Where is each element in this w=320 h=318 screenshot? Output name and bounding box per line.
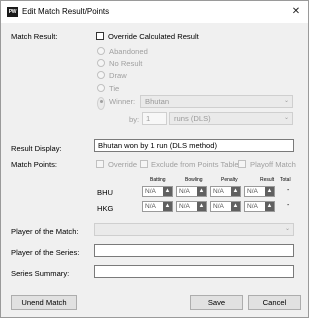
player-of-series-input[interactable] [94,244,294,257]
by-margin-input[interactable]: 1 [142,112,167,125]
unend-match-button[interactable]: Unend Match [11,295,77,310]
radio-no-result[interactable] [97,59,105,67]
stepper-icon[interactable]: ▲ [163,202,172,211]
chevron-down-icon: ⌄ [283,115,289,121]
series-summary-input[interactable] [94,265,294,278]
radio-abandoned[interactable] [97,47,105,55]
window-title: Edit Match Result/Points [22,7,110,16]
player-of-series-label: Player of the Series: [11,248,80,257]
stepper-icon[interactable]: ▲ [265,202,274,211]
col-bowling: Bowling [185,177,203,183]
hkg-penalty-stepper[interactable]: N/A ▲ [210,201,241,212]
stepper-icon[interactable]: ▲ [197,187,206,196]
hkg-bowling-stepper[interactable]: N/A ▲ [176,201,207,212]
playoff-match-label: Playoff Match [250,160,296,169]
result-display-label: Result Display: [11,144,62,153]
chevron-down-icon: ⌄ [284,226,290,232]
bhu-batting-value: N/A [145,188,156,195]
match-result-label: Match Result: [11,32,58,41]
stepper-icon[interactable]: ▲ [265,187,274,196]
radio-tie[interactable] [97,84,105,92]
team-label-hkg: HKG [97,204,114,213]
radio-draw[interactable] [97,71,105,79]
radio-abandoned-label: Abandoned [109,47,148,56]
col-penalty: Penalty [221,177,238,183]
bhu-result-stepper[interactable]: N/A ▲ [244,186,275,197]
winner-select[interactable]: Bhutan ⌄ [140,95,293,108]
by-type-select[interactable]: runs (DLS) ⌄ [169,112,293,125]
hkg-total: - [287,202,290,209]
stepper-icon[interactable]: ▲ [197,202,206,211]
bhu-total: - [287,187,290,194]
series-summary-label: Series Summary: [11,269,70,278]
override-result-label: Override Calculated Result [108,32,199,41]
hkg-penalty-value: N/A [213,203,224,210]
save-button[interactable]: Save [190,295,243,310]
bhu-penalty-value: N/A [213,188,224,195]
winner-select-value: Bhutan [145,97,170,106]
radio-winner[interactable] [97,97,105,110]
col-total: Total [280,177,291,183]
points-override-label: Override [108,160,138,169]
points-override-checkbox[interactable] [96,160,104,168]
col-result: Result [260,177,275,183]
by-type-select-value: runs (DLS) [174,114,211,123]
bhu-penalty-stepper[interactable]: N/A ▲ [210,186,241,197]
app-icon: PW [7,7,18,17]
hkg-result-value: N/A [247,203,258,210]
dialog-window: PW Edit Match Result/Points ✕ Match Resu… [0,0,309,318]
by-label: by: [129,115,140,124]
bhu-bowling-value: N/A [179,188,190,195]
cancel-button[interactable]: Cancel [248,295,301,310]
col-batting: Batting [150,177,166,183]
bhu-batting-stepper[interactable]: N/A ▲ [142,186,173,197]
stepper-icon[interactable]: ▲ [163,187,172,196]
chevron-down-icon: ⌄ [283,98,289,104]
exclude-points-label: Exclude from Points Table [151,160,239,169]
exclude-points-checkbox[interactable] [140,160,148,168]
stepper-icon[interactable]: ▲ [231,187,240,196]
title-bar: PW Edit Match Result/Points ✕ [1,1,308,23]
match-points-label: Match Points: [11,160,58,169]
radio-winner-label: Winner: [109,97,136,106]
hkg-batting-value: N/A [145,203,156,210]
bhu-bowling-stepper[interactable]: N/A ▲ [176,186,207,197]
playoff-match-checkbox[interactable] [238,160,246,168]
team-label-bhu: BHU [97,188,114,197]
player-of-match-select[interactable]: ⌄ [94,223,294,236]
hkg-batting-stepper[interactable]: N/A ▲ [142,201,173,212]
radio-draw-label: Draw [109,71,127,80]
override-result-checkbox[interactable] [96,32,104,40]
result-display-input[interactable]: Bhutan won by 1 run (DLS method) [94,139,294,152]
radio-no-result-label: No Result [109,59,143,68]
hkg-result-stepper[interactable]: N/A ▲ [244,201,275,212]
hkg-bowling-value: N/A [179,203,190,210]
radio-tie-label: Tie [109,84,120,93]
player-of-match-label: Player of the Match: [11,227,79,236]
stepper-icon[interactable]: ▲ [231,202,240,211]
bhu-result-value: N/A [247,188,258,195]
close-icon[interactable]: ✕ [288,4,304,20]
